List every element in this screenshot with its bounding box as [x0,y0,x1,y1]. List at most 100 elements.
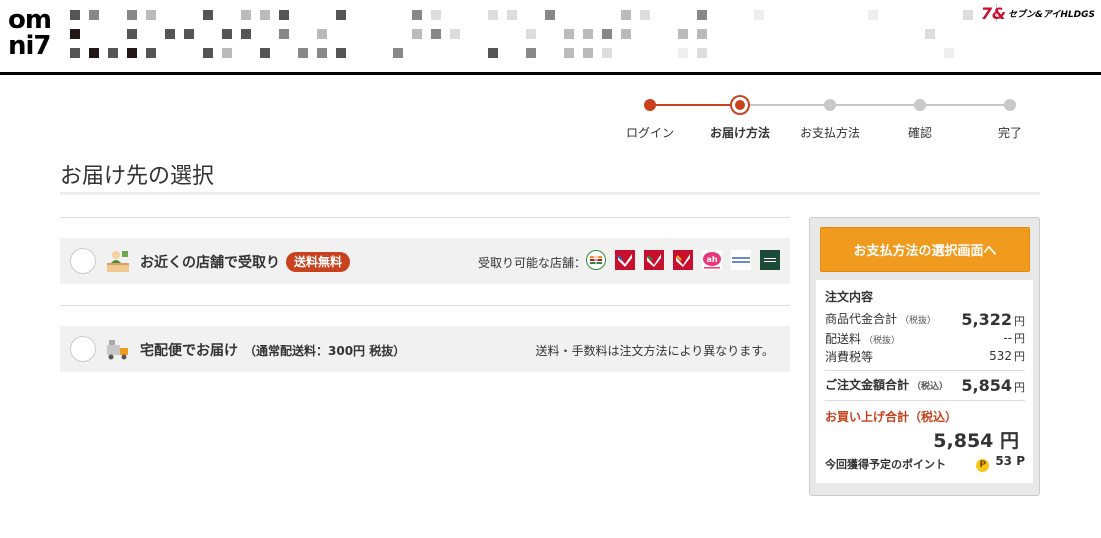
decor-dot [127,29,137,39]
decor-dot [241,29,251,39]
step-dot-payment [824,99,836,111]
decor-dot [260,48,270,58]
york-benimaru-icon [673,250,693,270]
decor-dot [184,29,194,39]
decor-dot [260,10,270,20]
decor-dot [526,29,536,39]
order-total-row: ご注文金額合計 （税込） 5,854 円 [825,376,1025,395]
decor-dot [431,10,441,20]
decor-dot [754,10,764,20]
available-stores-label: 受取り可能な店舗： [478,256,587,270]
decor-dot [89,48,99,58]
home-delivery-label: 宅配便でお届け （通常配送料：300円 税抜） [140,340,405,360]
decor-dot [697,29,707,39]
decor-dot [621,10,631,20]
order-total-label: ご注文金額合計 （税込） [825,378,949,392]
option-divider [60,217,790,218]
ito-yokado-icon [615,250,635,270]
option-store-pickup[interactable]: お近くの店舗で受取り 送料無料 受取り可能な店舗： ah [60,238,790,284]
decor-dot [526,48,536,58]
points-label: 今回獲得予定のポイント [825,458,946,471]
decor-dot [868,10,878,20]
seven-and-i-holdings-logo[interactable]: 7& セブン&アイHLDGS [981,2,1095,24]
decor-dot [963,10,973,20]
decor-dot [241,10,251,20]
shipping-value: -- 円 [1003,331,1025,345]
checkout-progress-steps: ログイン お届け方法 お支払方法 確認 完了 [605,92,1045,142]
points-row: 今回獲得予定のポイント P 53 P [825,454,1025,472]
brand-name: セブン&アイHLDGS [1007,9,1095,20]
decor-dot [507,10,517,20]
decor-dot [317,48,327,58]
loft-icon [760,250,780,270]
decor-dot [222,29,232,39]
subtotal-label: 商品代金合計 （税抜） [825,312,937,326]
decor-dot [431,29,441,39]
decor-dot [621,29,631,39]
step-label-login: ログイン [625,126,675,140]
seven-and-i-mark: 7& [980,3,1006,23]
decor-dot [640,10,650,20]
omni7-logo[interactable]: om ni7 [8,6,64,62]
decor-dot [602,48,612,58]
decor-dot [317,29,327,39]
step-label-payment: お支払方法 [799,126,861,140]
step-dot-login [644,99,656,111]
step-dot-confirm [914,99,926,111]
tax-label: 消費税等 [825,350,874,364]
decor-dot [336,48,346,58]
home-delivery-title: 宅配便でお届け [140,343,238,359]
step-line-done [650,104,740,106]
free-shipping-badge: 送料無料 [286,252,351,272]
decor-dot [203,48,213,58]
page-title: お届け先の選択 [60,164,215,189]
decor-dot [279,29,289,39]
home-delivery-fee: （通常配送料：300円 税抜） [244,344,406,358]
decor-dot [165,29,175,39]
decor-dot [127,48,137,58]
decor-dot [108,48,118,58]
york-mart-icon [644,250,664,270]
summary-divider [825,370,1025,371]
step-line-todo [740,104,1010,106]
decor-dot [925,29,935,39]
decor-dot [279,10,289,20]
decor-dot [488,48,498,58]
purchase-total-value: 5,854 円 [933,430,1019,452]
decor-dot [678,48,688,58]
seven-eleven-icon [586,250,606,270]
summary-divider [825,400,1025,401]
point-coin-icon: P [976,459,990,472]
option-home-delivery[interactable]: 宅配便でお届け （通常配送料：300円 税抜） 送料・手数料は注文方法により異なり… [60,326,790,372]
decor-dot [146,48,156,58]
step-label-confirm: 確認 [907,126,933,140]
decor-dot [697,10,707,20]
decor-dot [602,29,612,39]
decor-dot [203,10,213,20]
store-pickup-radio[interactable] [70,248,96,274]
decor-dot [222,48,232,58]
decor-dot [412,10,422,20]
store-clerk-icon [107,251,129,272]
order-details-heading: 注文内容 [825,290,874,304]
proceed-to-payment-button[interactable]: お支払方法の選択画面へ [820,227,1030,272]
decor-dot [298,48,308,58]
decor-dot [564,48,574,58]
decor-dot [127,10,137,20]
order-total-value: 5,854 円 [961,376,1025,395]
subtotal-row: 商品代金合計 （税抜） 5,322 円 [825,310,1025,329]
shipping-fee-note: 送料・手数料は注文方法により異なります。 [535,344,774,358]
decor-dot [70,10,80,20]
decor-dot [70,48,80,58]
decor-dot [146,10,156,20]
subtotal-value: 5,322 円 [961,310,1025,329]
home-delivery-radio[interactable] [70,336,96,362]
step-dot-complete [1004,99,1016,111]
akachan-honpo-icon: ah [702,250,722,270]
tax-value: 532 円 [989,349,1025,363]
decor-dot [944,48,954,58]
points-value: P 53 P [976,454,1025,472]
step-label-delivery: お届け方法 [709,126,771,140]
logo-text-line2: ni7 [8,31,52,61]
decor-dot [564,29,574,39]
